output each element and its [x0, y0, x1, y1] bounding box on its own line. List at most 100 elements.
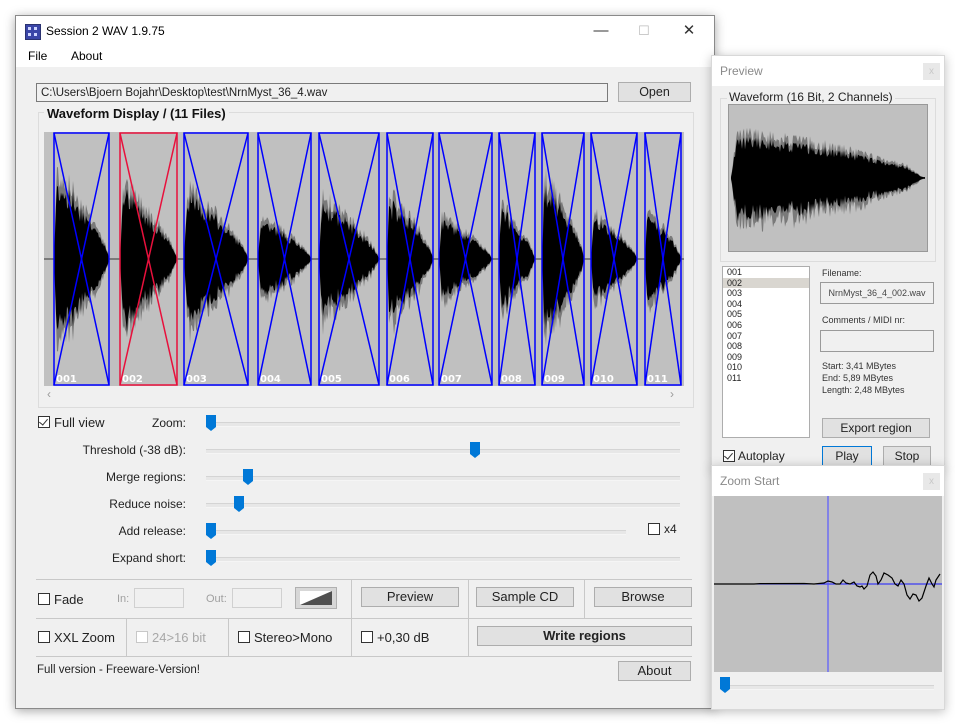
- stop-button[interactable]: Stop: [883, 446, 931, 466]
- waveform-display[interactable]: 001 002 003 004 005 006 007 008 009 010 011: [44, 132, 684, 386]
- zoom-slider-track[interactable]: [720, 685, 934, 690]
- region-label: 011: [647, 374, 668, 385]
- preview-waveform[interactable]: [728, 104, 928, 252]
- region-list-item[interactable]: 006: [723, 320, 809, 331]
- scroll-right-icon[interactable]: ›: [670, 387, 674, 401]
- waveform-svg: 001 002 003 004 005 006 007 008 009 010 011: [44, 132, 684, 386]
- browse-button[interactable]: Browse: [594, 587, 692, 607]
- open-button[interactable]: Open: [618, 82, 691, 102]
- menu-about[interactable]: About: [71, 49, 102, 63]
- zoom-waveform-svg: [714, 496, 942, 672]
- region-list-item[interactable]: 004: [723, 299, 809, 310]
- fade-curve-button[interactable]: [295, 587, 337, 609]
- region-label: 002: [122, 374, 143, 385]
- xxl-zoom-checkbox[interactable]: [38, 631, 50, 643]
- comments-label: Comments / MIDI nr:: [822, 315, 906, 325]
- region-label: 001: [56, 374, 77, 385]
- region-list-item[interactable]: 009: [723, 352, 809, 363]
- region-list[interactable]: 001 002 003 004 005 006 007 008 009 010 011: [722, 266, 810, 438]
- divider: [126, 618, 127, 656]
- preview-title: Preview: [720, 64, 763, 78]
- sample-cd-button[interactable]: Sample CD: [476, 587, 574, 607]
- region-label: 007: [441, 374, 462, 385]
- zoom-title: Zoom Start: [720, 474, 780, 488]
- zoom-start-window: Zoom Start x: [711, 465, 945, 710]
- play-button[interactable]: Play: [822, 446, 872, 466]
- slider-thumb[interactable]: [243, 469, 254, 485]
- export-region-button[interactable]: Export region: [822, 418, 930, 438]
- divider: [36, 618, 692, 619]
- region-list-item[interactable]: 007: [723, 331, 809, 342]
- divider: [351, 579, 352, 656]
- window-title: Session 2 WAV 1.9.75: [46, 24, 165, 38]
- slider-thumb[interactable]: [206, 415, 216, 431]
- minimize-button[interactable]: —: [578, 16, 624, 47]
- slider-thumb[interactable]: [206, 523, 216, 539]
- fade-label: Fade: [54, 592, 84, 607]
- zoom-signal: [714, 571, 941, 603]
- stereo-mono-checkbox[interactable]: [238, 631, 250, 643]
- x4-label: x4: [664, 522, 677, 536]
- region-list-item[interactable]: 001: [723, 267, 809, 278]
- zoom-waveform[interactable]: [714, 496, 942, 672]
- region-label: 004: [260, 374, 281, 385]
- slider-track[interactable]: [206, 530, 626, 535]
- fade-out-input[interactable]: [232, 588, 282, 608]
- slider-label: Reduce noise:: [109, 497, 186, 511]
- preview-title-bar[interactable]: Preview x: [712, 56, 944, 86]
- scroll-left-icon[interactable]: ‹: [47, 387, 51, 401]
- fade-out-label: Out:: [206, 593, 227, 605]
- bit-convert-label: 24>16 bit: [152, 630, 206, 645]
- slider-track[interactable]: [206, 422, 680, 427]
- fade-checkbox[interactable]: [38, 593, 50, 605]
- autoplay-label: Autoplay: [738, 449, 785, 463]
- region-list-item[interactable]: 002: [723, 277, 809, 289]
- slider-track[interactable]: [206, 449, 680, 454]
- about-button[interactable]: About: [618, 661, 691, 681]
- region-list-item[interactable]: 008: [723, 341, 809, 352]
- region-label: 005: [321, 374, 342, 385]
- zoom-title-bar[interactable]: Zoom Start x: [712, 466, 944, 496]
- main-window: Session 2 WAV 1.9.75 — ☐ ✕ File About C:…: [15, 15, 715, 709]
- menu-file[interactable]: File: [28, 49, 47, 63]
- gain-checkbox[interactable]: [361, 631, 373, 643]
- slider-thumb[interactable]: [470, 442, 481, 458]
- region-list-item[interactable]: 005: [723, 309, 809, 320]
- slider-label: Threshold (-38 dB):: [82, 443, 186, 457]
- length-info: Length: 2,48 MBytes: [822, 385, 905, 395]
- autoplay-checkbox[interactable]: [723, 450, 735, 462]
- write-regions-button[interactable]: Write regions: [477, 626, 692, 646]
- status-text: Full version - Freeware-Version!: [37, 664, 200, 676]
- slider-thumb[interactable]: [206, 550, 216, 566]
- slider-label: Expand short:: [111, 551, 186, 565]
- stereo-mono-label: Stereo>Mono: [254, 630, 333, 645]
- slider-thumb[interactable]: [233, 496, 244, 512]
- maximize-button[interactable]: ☐: [621, 16, 667, 47]
- filename-field[interactable]: NrnMyst_36_4_002.wav: [820, 282, 934, 304]
- menu-bar: File About: [16, 47, 714, 67]
- preview-close-icon[interactable]: x: [923, 63, 940, 80]
- xxl-zoom-label: XXL Zoom: [54, 630, 115, 645]
- slider-track[interactable]: [206, 503, 680, 508]
- zoom-slider-thumb[interactable]: [720, 677, 730, 693]
- region-list-item[interactable]: 003: [723, 288, 809, 299]
- slider-label: Merge regions:: [105, 470, 186, 484]
- region-list-item[interactable]: 010: [723, 362, 809, 373]
- title-bar[interactable]: Session 2 WAV 1.9.75 — ☐ ✕: [16, 16, 714, 47]
- file-path-input[interactable]: C:\Users\Bjoern Bojahr\Desktop\test\NrnM…: [36, 83, 608, 102]
- region-label: 003: [186, 374, 207, 385]
- app-icon: [25, 24, 41, 40]
- filename-label: Filename:: [822, 268, 862, 278]
- preview-button[interactable]: Preview: [361, 587, 459, 607]
- end-info: End: 5,89 MBytes: [822, 373, 894, 383]
- bit-convert-checkbox[interactable]: [136, 631, 148, 643]
- comments-field[interactable]: [820, 330, 934, 352]
- slider-track[interactable]: [206, 557, 680, 562]
- close-button[interactable]: ✕: [666, 16, 712, 47]
- x4-checkbox[interactable]: [648, 523, 660, 535]
- slider-label: Zoom:: [151, 416, 186, 430]
- slider-track[interactable]: [206, 476, 680, 481]
- zoom-close-icon[interactable]: x: [923, 473, 940, 490]
- region-list-item[interactable]: 011: [723, 373, 809, 384]
- fade-in-input[interactable]: [134, 588, 184, 608]
